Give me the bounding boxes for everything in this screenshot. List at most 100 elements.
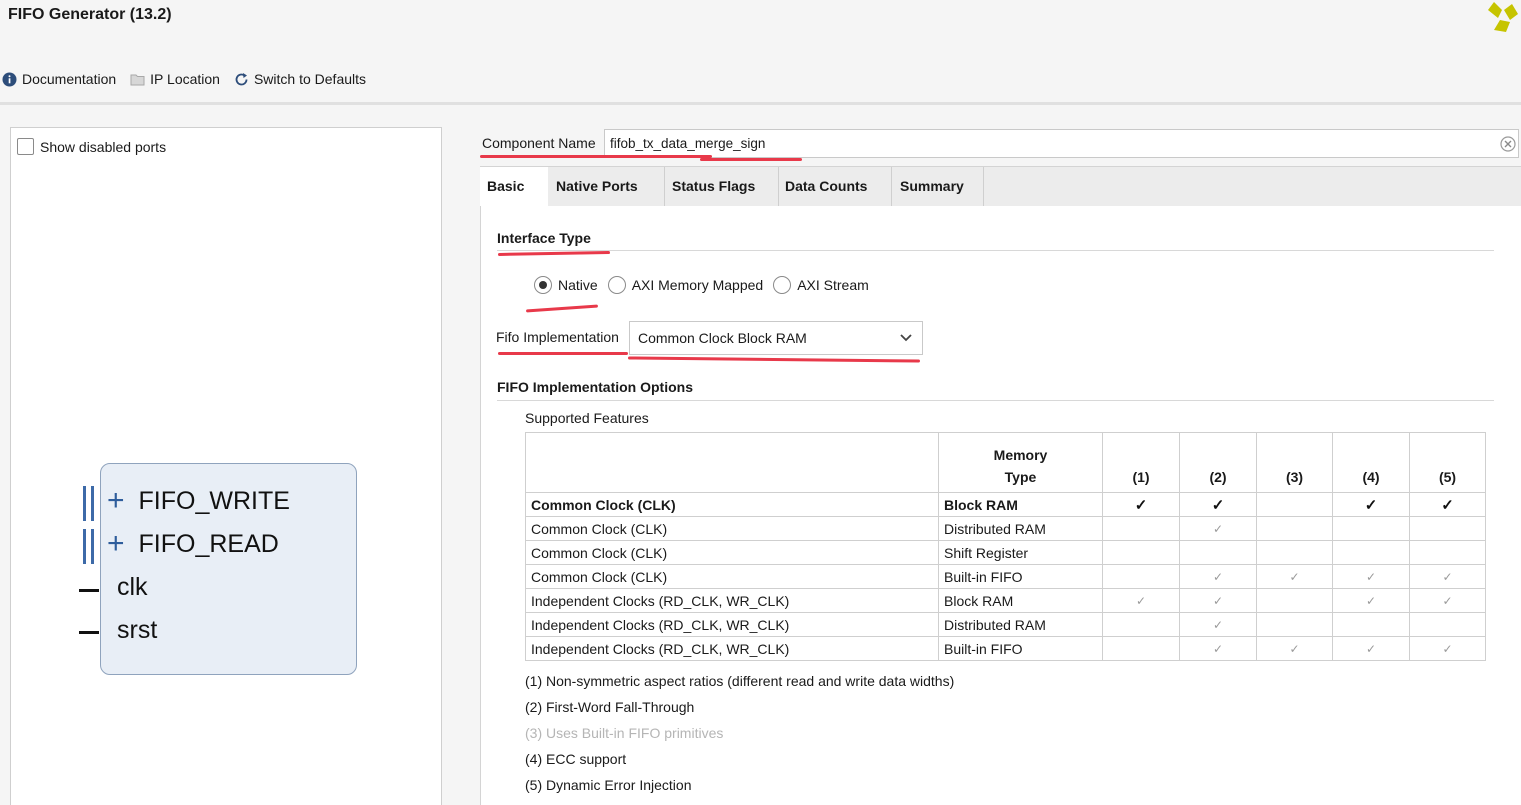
feature-check: ✓	[1256, 636, 1333, 661]
row-memory: Built-in FIFO	[938, 636, 1103, 661]
radio-axi-stream-label: AXI Stream	[797, 277, 869, 293]
row-clock: Common Clock (CLK)	[525, 540, 939, 565]
feature-check	[1256, 492, 1333, 517]
feature-check	[1332, 540, 1410, 565]
feature-check	[1102, 636, 1180, 661]
header-col-5: (5)	[1409, 432, 1486, 493]
feature-check: ✓	[1179, 636, 1257, 661]
port-label-fifo-write: FIFO_WRITE	[138, 486, 290, 515]
srst-wire	[79, 631, 99, 634]
row-memory: Built-in FIFO	[938, 564, 1103, 589]
tab-basic[interactable]: Basic	[480, 167, 548, 207]
feature-check: ✓	[1256, 564, 1333, 589]
feature-check: ✓	[1332, 588, 1410, 613]
radio-axi-stream[interactable]: AXI Stream	[773, 276, 869, 294]
annotation-underline	[498, 352, 628, 355]
feature-check	[1332, 612, 1410, 637]
refresh-icon	[235, 72, 248, 85]
table-row: Common Clock (CLK) Built-in FIFO ✓ ✓ ✓ ✓	[525, 564, 1486, 589]
note-1: (1) Non-symmetric aspect ratios (differe…	[525, 673, 955, 689]
interface-type-title: Interface Type	[497, 230, 591, 246]
header-col-4: (4)	[1332, 432, 1410, 493]
header-memory-line1: Memory	[993, 447, 1048, 463]
show-disabled-ports-label: Show disabled ports	[40, 138, 167, 155]
feature-check: ✓	[1409, 636, 1486, 661]
row-memory: Block RAM	[938, 588, 1103, 613]
feature-check	[1409, 612, 1486, 637]
fifo-implementation-select[interactable]: Common Clock Block RAM	[629, 321, 923, 355]
toolbar: Documentation IP Location Switch to Defa…	[2, 71, 366, 87]
radio-button[interactable]	[773, 276, 792, 294]
header-memory-type: Memory Type	[938, 432, 1103, 493]
documentation-button[interactable]: Documentation	[2, 71, 116, 87]
tab-bar: Basic Native Ports Status Flags Data Cou…	[480, 166, 1521, 207]
radio-native[interactable]: Native	[534, 276, 598, 294]
feature-check	[1256, 588, 1333, 613]
tab-data-counts[interactable]: Data Counts	[778, 167, 892, 207]
feature-check	[1179, 540, 1257, 565]
fifo-read-bus-bar	[91, 529, 94, 564]
header-memory-line2: Type	[1004, 469, 1037, 485]
port-fifo-write[interactable]: + FIFO_WRITE	[107, 486, 290, 516]
header-col-3: (3)	[1256, 432, 1333, 493]
xilinx-logo-icon	[1488, 2, 1518, 32]
note-2: (2) First-Word Fall-Through	[525, 699, 695, 715]
documentation-label: Documentation	[22, 71, 117, 87]
header-col-2: (2)	[1179, 432, 1257, 493]
ip-location-button[interactable]: IP Location	[130, 71, 220, 87]
feature-check: ✓	[1102, 588, 1180, 613]
folder-icon	[130, 74, 145, 85]
tab-native-ports[interactable]: Native Ports	[549, 167, 665, 207]
feature-check: ✓	[1409, 492, 1486, 517]
fifo-implementation-label: Fifo Implementation	[496, 329, 619, 345]
switch-to-defaults-button[interactable]: Switch to Defaults	[234, 71, 366, 87]
radio-button[interactable]	[607, 276, 626, 294]
table-header-row: Memory Type (1) (2) (3) (4) (5)	[525, 432, 1486, 493]
expand-plus-icon[interactable]: +	[107, 529, 125, 559]
feature-check: ✓	[1332, 492, 1410, 517]
fifo-implementation-value: Common Clock Block RAM	[638, 330, 807, 346]
chevron-down-icon	[900, 334, 912, 342]
table-row: Independent Clocks (RD_CLK, WR_CLK) Bloc…	[525, 588, 1486, 613]
row-memory: Block RAM	[938, 492, 1103, 517]
feature-check	[1102, 516, 1180, 541]
component-name-input[interactable]: fifob_tx_data_merge_sign	[604, 129, 1519, 158]
feature-check: ✓	[1179, 612, 1257, 637]
toolbar-divider	[0, 102, 1521, 105]
checkbox-box[interactable]	[17, 138, 34, 155]
feature-check	[1102, 540, 1180, 565]
row-clock: Common Clock (CLK)	[525, 516, 939, 541]
ip-location-label: IP Location	[150, 71, 220, 87]
header-col-1: (1)	[1102, 432, 1180, 493]
note-5: (5) Dynamic Error Injection	[525, 777, 692, 793]
divider	[497, 250, 1494, 251]
supported-features-label: Supported Features	[525, 410, 649, 426]
note-4: (4) ECC support	[525, 751, 627, 767]
feature-check	[1409, 516, 1486, 541]
feature-check	[1409, 540, 1486, 565]
port-srst: srst	[117, 616, 157, 645]
port-clk: clk	[117, 573, 148, 602]
feature-check: ✓	[1409, 564, 1486, 589]
tab-status-flags[interactable]: Status Flags	[665, 167, 779, 207]
annotation-underline	[480, 155, 712, 158]
info-icon	[2, 72, 17, 86]
row-memory: Distributed RAM	[938, 612, 1103, 637]
tab-summary[interactable]: Summary	[893, 167, 984, 207]
port-fifo-read[interactable]: + FIFO_READ	[107, 529, 279, 559]
radio-button[interactable]	[534, 276, 552, 294]
table-row: Common Clock (CLK) Block RAM ✓ ✓ ✓ ✓	[525, 492, 1486, 517]
show-disabled-ports-checkbox[interactable]: Show disabled ports	[17, 138, 166, 155]
row-memory: Distributed RAM	[938, 516, 1103, 541]
row-clock: Independent Clocks (RD_CLK, WR_CLK)	[525, 612, 939, 637]
switch-to-defaults-label: Switch to Defaults	[253, 71, 367, 87]
feature-check	[1256, 612, 1333, 637]
table-row: Independent Clocks (RD_CLK, WR_CLK) Dist…	[525, 612, 1486, 637]
expand-plus-icon[interactable]: +	[107, 486, 125, 516]
feature-notes: (1) Non-symmetric aspect ratios (differe…	[525, 668, 954, 798]
divider	[497, 400, 1494, 401]
port-label-fifo-read: FIFO_READ	[138, 529, 279, 558]
implementation-options-title: FIFO Implementation Options	[497, 379, 693, 395]
radio-axi-memory-mapped[interactable]: AXI Memory Mapped	[607, 276, 763, 294]
clear-icon[interactable]	[1500, 136, 1516, 152]
